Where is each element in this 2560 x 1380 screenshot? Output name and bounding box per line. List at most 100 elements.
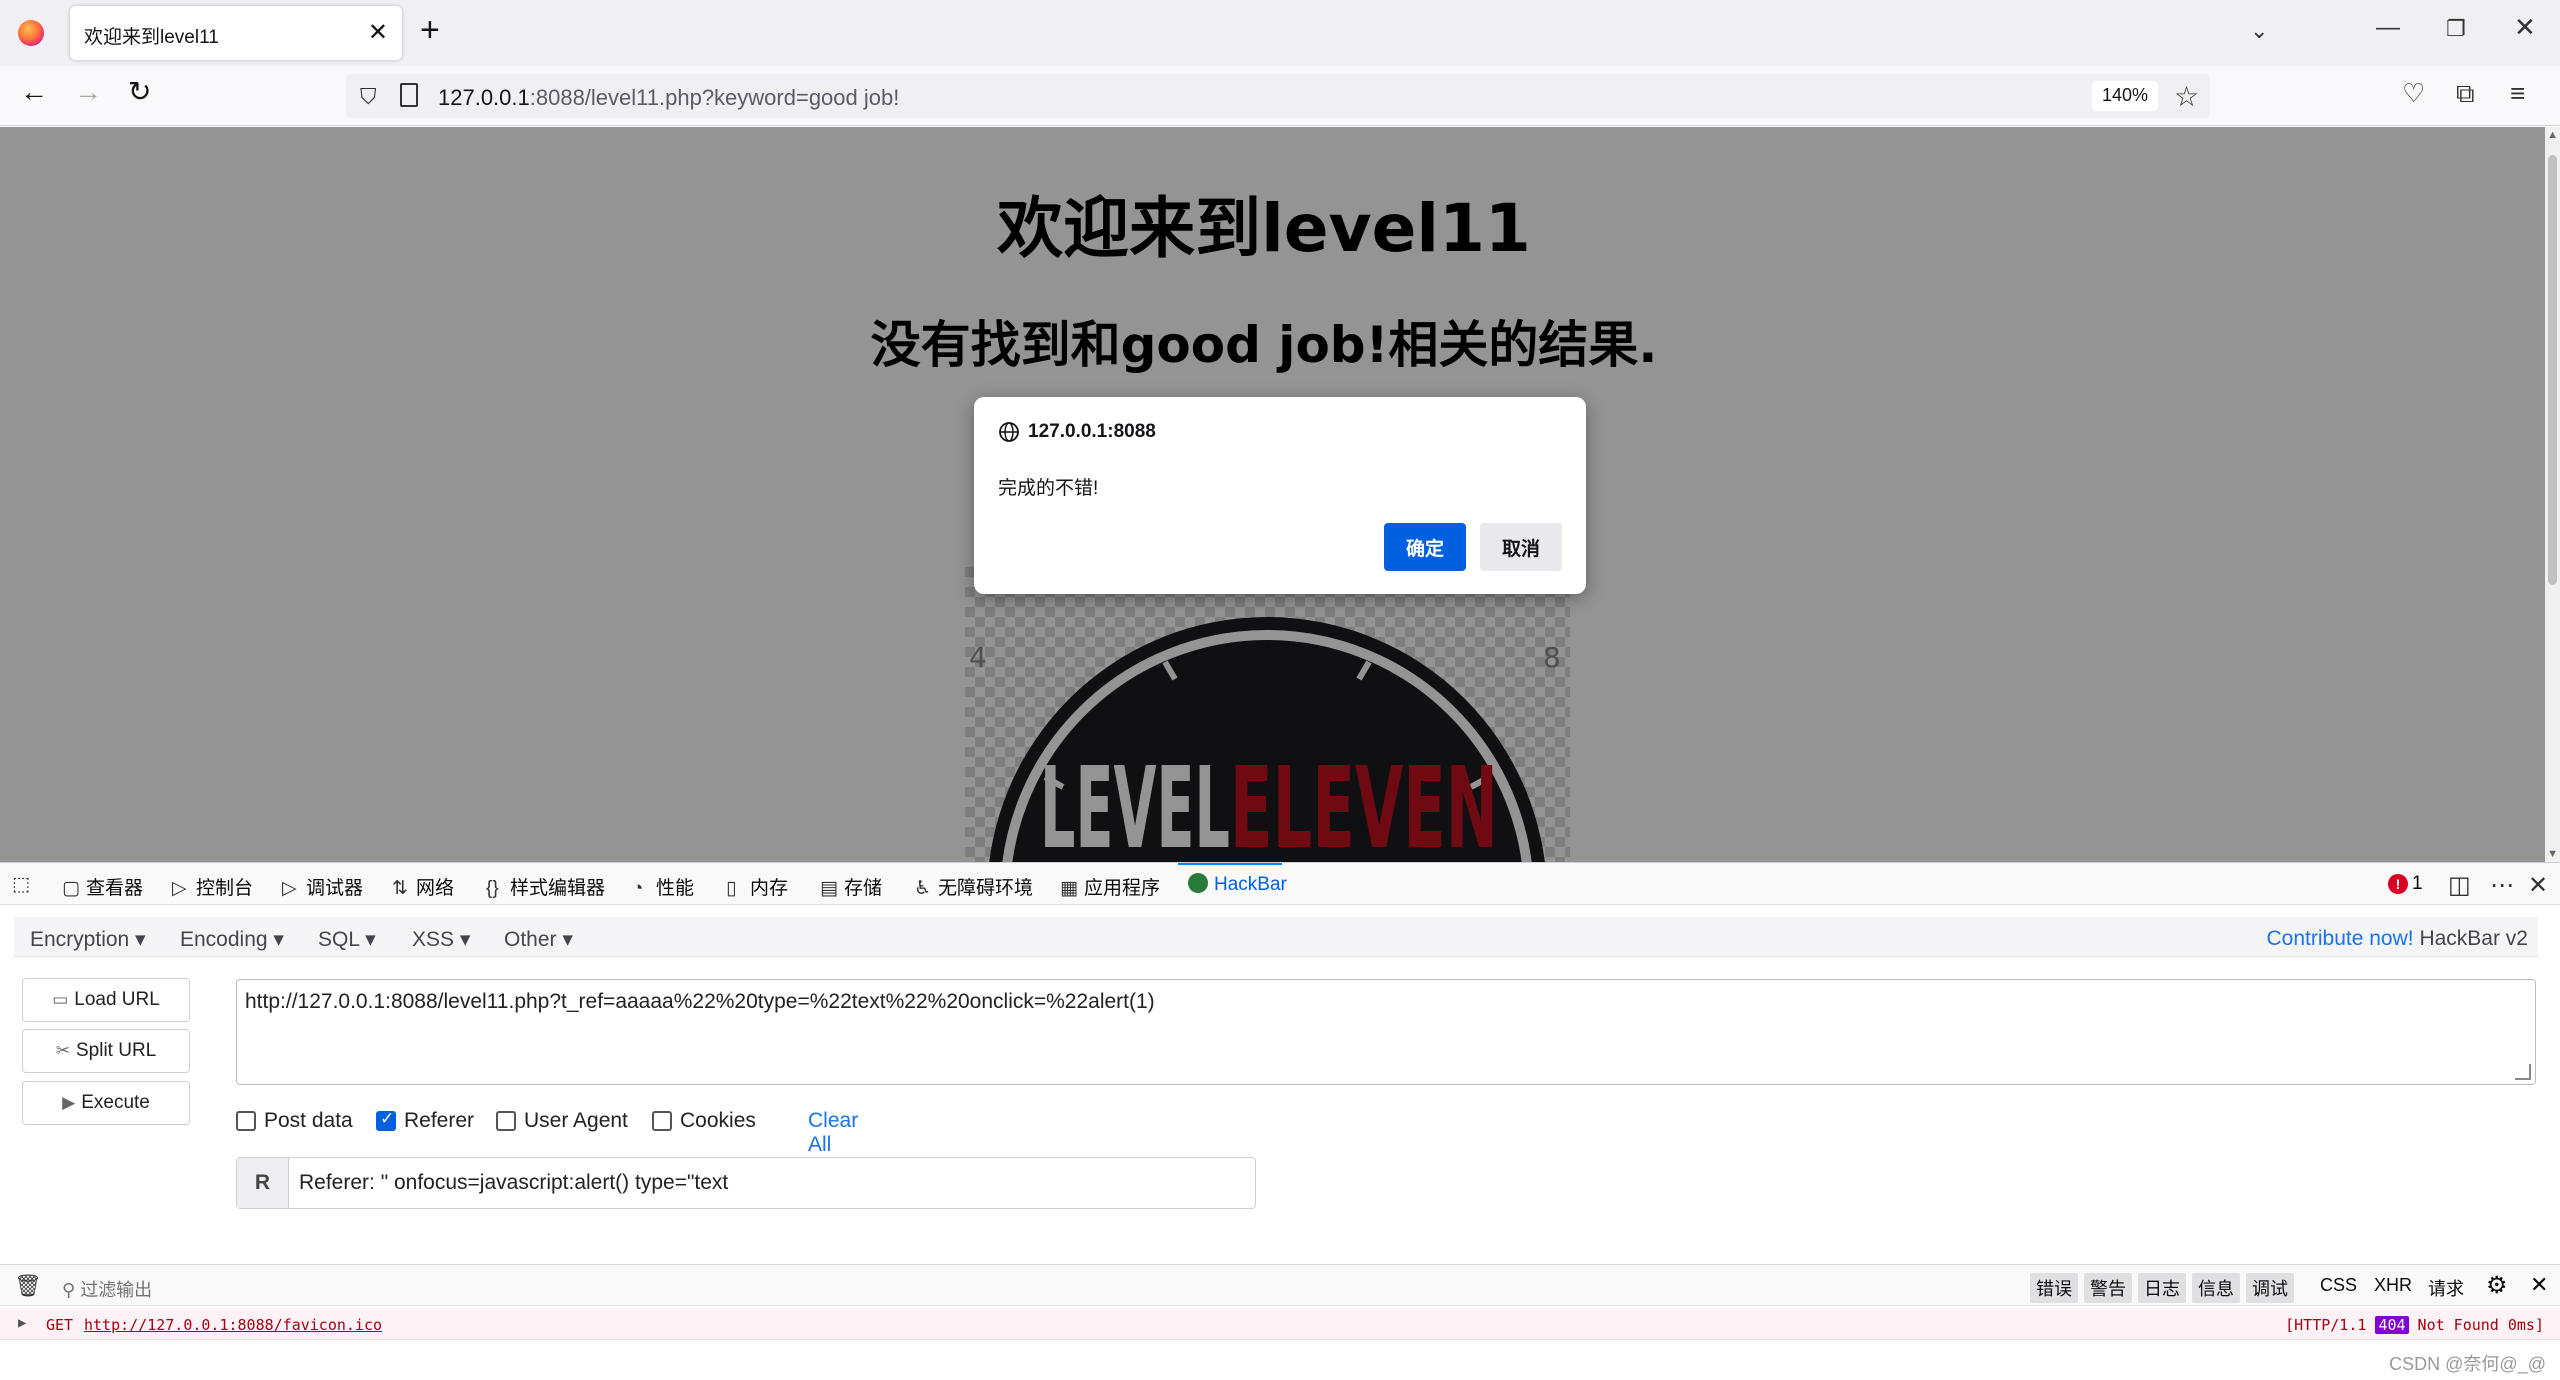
storage-icon: ▤	[820, 878, 838, 899]
tab-storage[interactable]: ▤ 存储	[820, 873, 882, 900]
scroll-up-icon[interactable]: ▲	[2547, 129, 2558, 141]
url-bar[interactable]: ⛉ 127.0.0.1:8088/level11.php?keyword=goo…	[346, 74, 2210, 118]
dock-side-icon[interactable]: ◫	[2448, 871, 2471, 900]
tab-accessibility[interactable]: ♿ 无障碍环境	[914, 873, 1033, 900]
tab-application[interactable]: ▦ 应用程序	[1060, 873, 1160, 900]
firefox-icon[interactable]	[18, 20, 44, 46]
menu-other[interactable]: Other ▾	[504, 927, 573, 952]
tab-memory[interactable]: ▯ 内存	[726, 873, 788, 900]
tab-performance[interactable]: ◔ 性能	[632, 873, 694, 900]
list-all-tabs-icon[interactable]: ⌄	[2250, 18, 2268, 44]
filter-errors[interactable]: 错误	[2030, 1273, 2078, 1303]
url-textarea[interactable]: http://127.0.0.1:8088/level11.php?t_ref=…	[236, 979, 2536, 1085]
error-count[interactable]: ! 1	[2388, 873, 2423, 895]
page-scrollbar[interactable]: ▲ ▼	[2545, 127, 2560, 862]
request-status: [HTTP/1.1 404 Not Found 0ms]	[2285, 1316, 2544, 1334]
filter-css[interactable]: CSS	[2314, 1273, 2363, 1298]
menu-encoding[interactable]: Encoding ▾	[180, 927, 284, 952]
accessibility-icon: ♿	[914, 878, 932, 899]
error-icon: !	[2388, 874, 2408, 894]
request-method: GET	[46, 1316, 74, 1334]
clear-console-icon[interactable]: 🗑	[14, 1273, 42, 1299]
close-devtools-icon[interactable]: ✕	[2528, 871, 2548, 900]
alert-dialog: 127.0.0.1:8088 完成的不错! 确定 取消	[974, 397, 1586, 594]
console-icon: ▷	[172, 878, 187, 899]
tab-network[interactable]: ⇅ 网络	[392, 873, 454, 900]
zoom-level[interactable]: 140%	[2092, 81, 2159, 111]
hackbar-icon	[1188, 873, 1208, 893]
active-tab-indicator	[1178, 863, 1282, 865]
globe-icon	[999, 422, 1019, 442]
scroll-down-icon[interactable]: ▼	[2547, 848, 2558, 860]
style-editor-icon: {}	[486, 878, 499, 899]
menu-encryption[interactable]: Encryption ▾	[30, 927, 146, 952]
clear-all-link[interactable]: Clear All	[808, 1109, 858, 1157]
page-info-icon[interactable]	[400, 83, 418, 107]
tracking-shield-icon[interactable]: ⛉	[360, 84, 377, 110]
load-icon: ▭	[52, 990, 69, 1009]
execute-icon: ▶	[62, 1093, 76, 1112]
inspector-icon: ▢	[62, 878, 80, 899]
more-options-icon[interactable]: ⋯	[2490, 871, 2514, 900]
console-message-row[interactable]: ▶ GET http://127.0.0.1:8088/favicon.ico …	[0, 1308, 2560, 1340]
close-console-icon[interactable]: ✕	[2524, 1270, 2554, 1300]
application-icon: ▦	[1060, 878, 1078, 899]
header-label: R	[237, 1158, 289, 1208]
request-url-link[interactable]: http://127.0.0.1:8088/favicon.ico	[84, 1316, 382, 1334]
tab-title: 欢迎来到level11	[84, 27, 219, 48]
restore-icon[interactable]: ❐	[2446, 16, 2466, 42]
element-picker-icon[interactable]: ⬚	[12, 873, 36, 896]
filter-xhr[interactable]: XHR	[2368, 1273, 2418, 1298]
ok-button[interactable]: 确定	[1384, 523, 1466, 571]
tab-style-editor[interactable]: {} 样式编辑器	[486, 873, 605, 900]
tab-debugger[interactable]: ▷ 调试器	[282, 873, 363, 900]
referer-checkbox[interactable]: Referer	[376, 1109, 474, 1133]
browser-tab[interactable]: 欢迎来到level11 ✕	[70, 6, 402, 60]
post-data-checkbox[interactable]: Post data	[236, 1109, 353, 1133]
pocket-icon[interactable]: ♡	[2402, 80, 2425, 106]
filter-info[interactable]: 信息	[2192, 1273, 2240, 1303]
user-agent-checkbox[interactable]: User Agent	[496, 1109, 628, 1133]
watermark: CSDN @奈何@_@	[2389, 1354, 2546, 1374]
memory-icon: ▯	[726, 878, 737, 899]
network-icon: ⇅	[392, 878, 408, 899]
new-tab-icon[interactable]: +	[420, 13, 440, 47]
filter-logs[interactable]: 日志	[2138, 1273, 2186, 1303]
extensions-icon[interactable]: ⧉	[2456, 80, 2475, 106]
url-text[interactable]: 127.0.0.1:8088/level11.php?keyword=good …	[438, 85, 899, 111]
devtools-toolbar: ⬚ ▢ 查看器 ▷ 控制台 ▷ 调试器 ⇅ 网络 {} 样式编辑器 ◔ 性能 ▯ 内存 ▤ 存储…	[0, 863, 2560, 905]
menu-icon[interactable]: ≡	[2510, 80, 2525, 106]
navigation-bar: ← → ↻ ⛉ 127.0.0.1:8088/level11.php?keywo…	[0, 66, 2560, 126]
expand-arrow-icon[interactable]: ▶	[18, 1315, 26, 1331]
filter-debug[interactable]: 调试	[2246, 1273, 2294, 1303]
window-close-icon[interactable]: ✕	[2514, 12, 2536, 43]
load-url-button[interactable]: ▭ Load URL	[22, 978, 190, 1022]
contribute-link[interactable]: Contribute now!	[2267, 927, 2414, 950]
tab-hackbar[interactable]: HackBar	[1188, 873, 1287, 896]
cookies-checkbox[interactable]: Cookies	[652, 1109, 756, 1133]
resize-handle[interactable]	[2515, 1064, 2531, 1080]
dialog-message: 完成的不错!	[998, 478, 1099, 499]
close-tab-icon[interactable]: ✕	[368, 18, 388, 47]
hackbar-menu: Encryption ▾ Encoding ▾ SQL ▾ XSS ▾ Othe…	[14, 917, 2538, 957]
referer-input[interactable]: Referer: " onfocus=javascript:alert() ty…	[299, 1171, 728, 1195]
tab-inspector[interactable]: ▢ 查看器	[62, 873, 143, 900]
reload-icon[interactable]: ↻	[128, 78, 151, 106]
contribute-area: Contribute now! HackBar v2	[2266, 927, 2528, 950]
execute-button[interactable]: ▶ Execute	[22, 1081, 190, 1125]
tab-console[interactable]: ▷ 控制台	[172, 873, 253, 900]
forward-icon[interactable]: →	[74, 78, 102, 106]
menu-xss[interactable]: XSS ▾	[412, 927, 470, 952]
console-filter-input[interactable]: ⚲ 过滤输出	[62, 1276, 152, 1302]
menu-sql[interactable]: SQL ▾	[318, 927, 376, 952]
cancel-button[interactable]: 取消	[1480, 523, 1562, 571]
split-url-button[interactable]: ✂ Split URL	[22, 1029, 190, 1073]
bookmark-star-icon[interactable]: ☆	[2174, 80, 2199, 113]
filter-warnings[interactable]: 警告	[2084, 1273, 2132, 1303]
minimize-icon[interactable]: —	[2376, 14, 2400, 42]
filter-requests[interactable]: 请求	[2422, 1273, 2470, 1303]
tab-strip: 欢迎来到level11 ✕ + ⌄ — ❐ ✕	[0, 0, 2560, 66]
console-settings-icon[interactable]: ⚙	[2480, 1269, 2514, 1302]
scrollbar-thumb[interactable]	[2548, 155, 2557, 585]
back-icon[interactable]: ←	[20, 78, 48, 106]
